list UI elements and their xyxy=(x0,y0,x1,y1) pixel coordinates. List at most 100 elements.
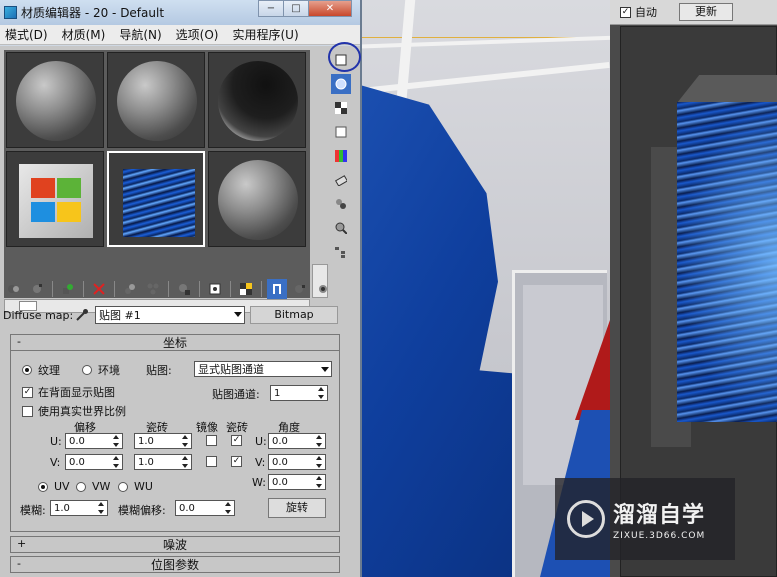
u-tile-checkbox[interactable]: ✓ xyxy=(231,435,242,446)
material-id-icon[interactable] xyxy=(205,279,225,299)
menu-options[interactable]: 选项(O) xyxy=(176,26,219,43)
texture-radio-row[interactable]: 纹理 xyxy=(22,362,60,378)
v-mirror-checkbox[interactable] xyxy=(206,456,217,467)
spinner-arrows-icon[interactable] xyxy=(182,456,190,468)
diffuse-map-row: Diffuse map: 贴图 #1 Bitmap xyxy=(0,304,360,326)
video-color-check-icon[interactable] xyxy=(331,146,351,166)
u-angle-spinner[interactable]: 0.0 xyxy=(268,433,326,449)
show-map-icon[interactable] xyxy=(236,279,256,299)
make-unique-icon[interactable] xyxy=(143,279,163,299)
show-back-label: 在背面显示贴图 xyxy=(38,386,115,399)
blur-value: 1.0 xyxy=(54,502,70,514)
noise-rollout-header[interactable]: + 噪波 xyxy=(10,536,340,553)
blur-label: 模糊: xyxy=(20,504,46,517)
vw-radio[interactable] xyxy=(76,481,86,492)
uv-tiling-icon[interactable] xyxy=(331,122,351,142)
u-mirror-checkbox[interactable] xyxy=(206,435,217,446)
copy-material-icon[interactable] xyxy=(120,279,140,299)
sample-slot[interactable] xyxy=(208,151,306,247)
sample-slot[interactable] xyxy=(6,52,104,148)
delete-icon[interactable] xyxy=(89,279,109,299)
show-back-checkbox[interactable]: ✓ xyxy=(22,386,33,398)
preview-cube-highlight xyxy=(677,102,777,422)
chevron-down-icon xyxy=(321,367,329,372)
put-to-library-icon[interactable] xyxy=(174,279,194,299)
sample-slots xyxy=(4,50,310,298)
maximize-button[interactable]: □ xyxy=(283,0,309,17)
mapping-dropdown[interactable]: 显式贴图通道 xyxy=(194,361,332,377)
backlight-icon[interactable] xyxy=(331,74,351,94)
spinner-arrows-icon[interactable] xyxy=(318,387,326,399)
real-world-checkbox[interactable] xyxy=(22,405,33,417)
map-channel-value: 1 xyxy=(274,387,281,399)
uv-label: UV xyxy=(54,480,70,493)
spinner-arrows-icon[interactable] xyxy=(113,456,121,468)
show-back-row[interactable]: ✓ 在背面显示贴图 xyxy=(22,384,115,400)
menu-utilities[interactable]: 实用程序(U) xyxy=(232,26,298,43)
w-angle-spinner[interactable]: 0.0 xyxy=(268,474,326,490)
window-title: 材质编辑器 - 20 - Default xyxy=(21,6,165,20)
vw-radio-row[interactable]: VW xyxy=(76,480,110,493)
map-type-button[interactable]: Bitmap xyxy=(250,306,338,324)
sample-slot-selected[interactable] xyxy=(107,151,205,247)
v-offset-spinner[interactable]: 0.0 xyxy=(65,454,123,470)
get-material-icon[interactable] xyxy=(4,279,24,299)
spinner-arrows-icon[interactable] xyxy=(316,456,324,468)
menu-material[interactable]: 材质(M) xyxy=(62,26,106,43)
minimize-button[interactable]: − xyxy=(258,0,284,17)
environment-radio-row[interactable]: 环境 xyxy=(82,362,120,378)
blur-offset-spinner[interactable]: 0.0 xyxy=(175,500,235,516)
v-tile-checkbox[interactable]: ✓ xyxy=(231,456,242,467)
material-map-navigator-icon[interactable] xyxy=(331,242,351,262)
sample-slot[interactable] xyxy=(208,52,306,148)
uv-radio-row[interactable]: UV xyxy=(38,480,70,493)
auto-checkbox[interactable]: ✓ xyxy=(620,6,631,18)
make-preview-icon[interactable] xyxy=(331,170,351,190)
texture-radio[interactable] xyxy=(22,365,32,375)
put-material-icon[interactable] xyxy=(27,279,47,299)
go-forward-icon[interactable] xyxy=(313,279,333,299)
spinner-arrows-icon[interactable] xyxy=(182,435,190,447)
u-offset-spinner[interactable]: 0.0 xyxy=(65,433,123,449)
update-button[interactable]: 更新 xyxy=(679,3,733,21)
assign-material-icon[interactable] xyxy=(58,279,78,299)
sample-slot[interactable] xyxy=(107,52,205,148)
sample-sphere xyxy=(117,61,197,141)
spinner-arrows-icon[interactable] xyxy=(225,502,233,514)
show-end-result-icon[interactable] xyxy=(267,279,287,299)
map-channel-spinner[interactable]: 1 xyxy=(270,385,328,401)
spinner-arrows-icon[interactable] xyxy=(98,502,106,514)
u-tiling-spinner[interactable]: 1.0 xyxy=(134,433,192,449)
blur-offset-value: 0.0 xyxy=(179,502,195,514)
options-icon[interactable] xyxy=(331,194,351,214)
bitmap-params-rollout-header[interactable]: - 位图参数 xyxy=(10,556,340,573)
close-button[interactable]: ✕ xyxy=(308,0,352,17)
rotate-button[interactable]: 旋转 xyxy=(268,498,326,518)
menu-navigation[interactable]: 导航(N) xyxy=(119,26,161,43)
spinner-arrows-icon[interactable] xyxy=(316,435,324,447)
side-toolbar xyxy=(331,50,353,266)
collapse-icon: - xyxy=(17,557,21,570)
real-world-row[interactable]: 使用真实世界比例 xyxy=(22,403,126,419)
environment-radio[interactable] xyxy=(82,365,92,375)
sample-slot[interactable] xyxy=(6,151,104,247)
background-icon[interactable] xyxy=(331,98,351,118)
wu-radio[interactable] xyxy=(118,481,128,492)
go-to-parent-icon[interactable] xyxy=(290,279,310,299)
wu-radio-row[interactable]: WU xyxy=(118,480,153,493)
select-by-material-icon[interactable] xyxy=(331,218,351,238)
sample-type-icon[interactable] xyxy=(331,50,351,70)
spinner-arrows-icon[interactable] xyxy=(316,476,324,488)
spinner-arrows-icon[interactable] xyxy=(113,435,121,447)
blur-offset-label: 模糊偏移: xyxy=(118,504,166,517)
menu-mode[interactable]: 模式(D) xyxy=(5,26,48,43)
v-angle-value: 0.0 xyxy=(272,456,288,468)
uv-radio[interactable] xyxy=(38,481,48,492)
title-bar[interactable]: 材质编辑器 - 20 - Default − □ ✕ xyxy=(0,0,360,25)
v-angle-spinner[interactable]: 0.0 xyxy=(268,454,326,470)
v-tiling-spinner[interactable]: 1.0 xyxy=(134,454,192,470)
blur-spinner[interactable]: 1.0 xyxy=(50,500,108,516)
sample-sphere xyxy=(218,61,298,141)
eyedropper-icon[interactable] xyxy=(75,308,89,322)
map-name-dropdown[interactable]: 贴图 #1 xyxy=(95,306,245,324)
